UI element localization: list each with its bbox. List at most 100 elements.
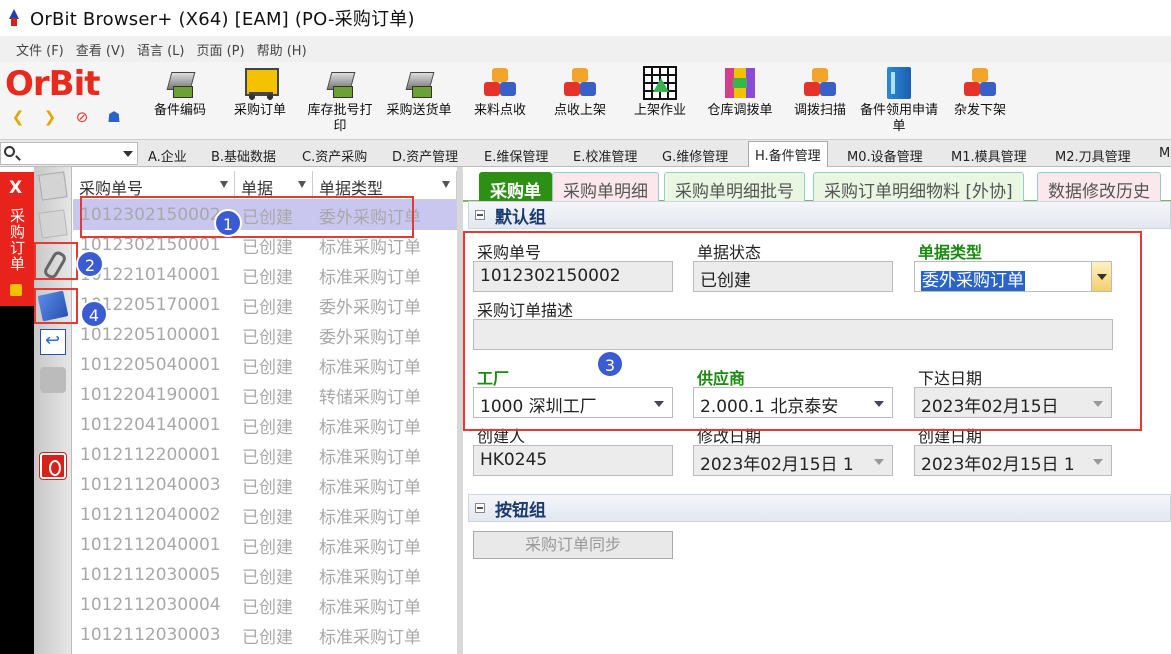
tab-calibration[interactable]: E.校准管理 [573,143,637,167]
back-arrow-icon[interactable]: ❮ [8,108,28,126]
filter-icon[interactable] [442,181,450,188]
menu-help[interactable]: 帮助 (H) [257,38,307,61]
highlight-box-3 [463,231,1142,431]
creator-field[interactable]: HK0245 [473,445,673,476]
collapse-icon[interactable] [475,210,485,220]
tab-basic-data[interactable]: B.基础数据 [211,143,276,167]
tab-po-line-batches[interactable]: 采购单明细批号 [664,172,805,202]
annotation-badge-4: 4 [80,300,108,328]
menu-language[interactable]: 语言 (L) [137,38,185,61]
table-row[interactable]: 1012112040003 已创建 标准采购订单 [73,470,457,500]
tab-equipment[interactable]: M0.设备管理 [847,143,923,167]
toolbar-transfer-scan-button[interactable]: 调拨扫描 [788,66,852,119]
created-date-field[interactable]: 2023年02月15日 1 [914,445,1112,476]
chevron-down-icon[interactable] [874,459,884,465]
title-bar: OrBit Browser+ (X64) [EAM] (PO-采购订单) [0,0,1171,36]
return-icon[interactable] [40,329,66,355]
toolbar-spare-code-button[interactable]: 备件编码 [148,66,212,119]
annotation-badge-1: 1 [214,209,242,237]
nav-icons: ❮ ❯ ⊘ ☗ [8,108,124,126]
collapse-icon[interactable] [475,503,485,513]
tab-more[interactable]: M [1159,143,1170,167]
tab-tools[interactable]: M2.刀具管理 [1055,143,1131,167]
modified-date-field[interactable]: 2023年02月15日 1 [693,445,893,476]
table-row[interactable]: 1012112030004 已创建 标准采购订单 [73,590,457,620]
tab-modification-history[interactable]: 数据修改历史 [1037,172,1161,202]
menu-page[interactable]: 页面 (P) [196,38,244,61]
table-row[interactable]: 1012204140001 已创建 标准采购订单 [73,410,457,440]
table-row[interactable]: 1012112030003 已创建 标准采购订单 [73,620,457,650]
toolbar-shelving-button[interactable]: 上架作业 [628,66,692,119]
table-row[interactable]: 1012205170001 已创建 委外采购订单 [73,290,457,320]
toolbar-purchase-order-button[interactable]: 采购订单 [228,66,292,119]
toolbar-misc-issue-button[interactable]: 杂发下架 [948,66,1012,119]
filter-icon[interactable] [298,181,306,188]
toolbar-receive-shelve-button[interactable]: 点收上架 [548,66,612,119]
button-group-header[interactable]: 按钮组 [468,494,1171,522]
toolbar-transfer-order-button[interactable]: 仓库调拨单 [702,66,778,119]
scanner-icon [323,66,357,100]
toolbar: OrBit ❮ ❯ ⊘ ☗ 备件编码 采购订单 库存批号打印 采购送货单 来料点… [0,62,1171,140]
stop-icon[interactable]: ⊘ [72,108,92,126]
document-icon[interactable] [38,171,68,201]
app-icon [6,9,22,27]
module-search-box[interactable] [0,142,138,165]
menu-file[interactable]: 文件 (F) [16,38,64,61]
table-row[interactable]: 1012210140001 已创建 标准采购订单 [73,260,457,290]
scanner-icon [163,66,197,100]
tab-maintenance[interactable]: E.维保管理 [484,143,548,167]
tab-repair[interactable]: G.维修管理 [662,143,728,167]
toolbar-spare-requisition-button[interactable]: 备件领用申请单 [860,66,938,135]
tab-asset-purchase[interactable]: C.资产采购 [302,143,367,167]
lock-icon [10,284,22,296]
tab-enterprise[interactable]: A.企业 [148,143,187,167]
table-row[interactable]: 1012205100001 已创建 委外采购订单 [73,320,457,350]
module-tabs: A.企业 B.基础数据 C.资产采购 D.资产管理 E.维保管理 E.校准管理 … [0,140,1171,167]
filter-icon[interactable] [220,181,228,188]
toolbar-delivery-note-button[interactable]: 采购送货单 [382,66,456,119]
document-copy-icon[interactable] [38,209,68,239]
tab-asset-management[interactable]: D.资产管理 [392,143,458,167]
power-icon[interactable] [39,452,67,480]
vertical-tab-label: 采购订单 [8,208,26,272]
po-sync-button[interactable]: 采购订单同步 [473,531,673,559]
toolbar-receiving-button[interactable]: 来料点收 [468,66,532,119]
tab-molds[interactable]: M1.模具管理 [951,143,1027,167]
toolbar-batch-print-button[interactable]: 库存批号打印 [303,66,377,135]
transfer-icon [723,66,757,100]
tab-po-outsourced-materials[interactable]: 采购订单明细物料 [外协] [813,172,1024,202]
table-row[interactable]: 1012112030005 已创建 标准采购订单 [73,560,457,590]
header-status[interactable]: 单据 [235,171,313,199]
highlight-box-4 [34,288,78,324]
table-row[interactable]: 1012204190001 已创建 转储采购订单 [73,380,457,410]
disabled-action-icon[interactable] [40,367,66,393]
annotation-badge-3: 3 [596,350,624,378]
table-row[interactable]: 1012112040001 已创建 标准采购订单 [73,530,457,560]
close-icon[interactable]: X [9,178,22,198]
header-po-number[interactable]: 采购单号 [73,171,235,199]
detail-tabs: 采购单 采购单明细 采购单明细批号 采购订单明细物料 [外协] 数据修改历史 [463,170,1171,202]
home-icon[interactable]: ☗ [104,108,124,126]
highlight-box-1 [80,196,414,238]
tab-purchase-order[interactable]: 采购单 [479,172,552,202]
cart-icon [243,66,279,100]
table-row[interactable]: 1012112040002 已创建 标准采购订单 [73,500,457,530]
forward-arrow-icon[interactable]: ❯ [40,108,60,126]
annotation-badge-2: 2 [76,250,104,278]
tab-spare-parts[interactable]: H.备件管理 [748,141,828,167]
document-vertical-tab[interactable]: X 采购订单 [0,172,34,306]
table-row[interactable]: 1012112200001 已创建 标准采购订单 [73,440,457,470]
orbit-logo: OrBit [5,64,101,104]
header-doc-type[interactable]: 单据类型 [313,171,457,199]
table-row[interactable]: 1012205040001 已创建 标准采购订单 [73,350,457,380]
scanner-icon [402,66,436,100]
tab-po-lines[interactable]: 采购单明细 [552,172,659,202]
menu-view[interactable]: 查看 (V) [76,38,125,61]
order-list: 采购单号 单据 单据类型 1012302150002 已创建 委外采购订单 1012… [73,167,463,654]
chevron-down-icon[interactable] [1093,459,1103,465]
chevron-down-icon[interactable] [123,151,133,157]
action-icon-column [34,167,72,654]
default-group-header[interactable]: 默认组 [468,201,1171,229]
cubes-icon [803,66,837,100]
cubes-icon [963,66,997,100]
